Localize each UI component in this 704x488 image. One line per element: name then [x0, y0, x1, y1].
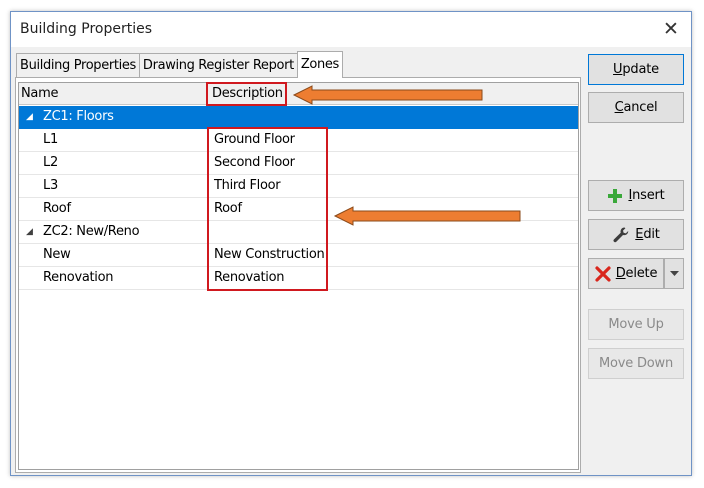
building-properties-dialog: Building Properties ✕ Building Propertie…	[10, 11, 692, 476]
row-description: Second Floor	[214, 155, 295, 170]
zones-tree-grid[interactable]: Name Description ◢ ZC1: Floors L1 Ground…	[18, 82, 579, 470]
tab-drawing-register-report[interactable]: Drawing Register Report	[138, 53, 298, 78]
title-bar: Building Properties ✕	[11, 12, 691, 47]
chevron-down-icon	[669, 266, 679, 281]
table-row-zc2[interactable]: ◢ ZC2: New/Reno	[19, 221, 578, 244]
plus-icon	[607, 188, 623, 204]
close-icon[interactable]: ✕	[657, 16, 685, 42]
row-name: L1	[43, 132, 58, 147]
move-down-button[interactable]: Move Down	[588, 348, 684, 379]
tab-strip: Building Properties Drawing Register Rep…	[16, 51, 343, 78]
row-description: Ground Floor	[214, 132, 295, 147]
update-button[interactable]: Update	[588, 54, 684, 85]
edit-button[interactable]: Edit	[588, 219, 684, 250]
row-name: Renovation	[43, 270, 114, 285]
delete-dropdown-button[interactable]	[664, 258, 684, 289]
collapse-icon[interactable]: ◢	[26, 106, 33, 128]
table-row[interactable]: Renovation Renovation	[19, 267, 578, 290]
row-description: New Construction	[214, 247, 325, 262]
wrench-icon	[612, 226, 630, 244]
tab-zones[interactable]: Zones	[296, 51, 343, 78]
x-icon	[595, 265, 611, 282]
table-row[interactable]: L1 Ground Floor	[19, 129, 578, 152]
row-name: New	[43, 247, 71, 262]
table-row[interactable]: New New Construction	[19, 244, 578, 267]
row-name: L3	[43, 178, 58, 193]
row-name: L2	[43, 155, 58, 170]
row-description: Renovation	[214, 270, 285, 285]
grid-header: Name Description	[19, 83, 578, 105]
delete-button[interactable]: Delete	[588, 258, 664, 289]
move-up-button[interactable]: Move Up	[588, 309, 684, 340]
column-header-name[interactable]: Name	[21, 83, 207, 105]
table-row[interactable]: L3 Third Floor	[19, 175, 578, 198]
table-row[interactable]: L2 Second Floor	[19, 152, 578, 175]
insert-button[interactable]: Insert	[588, 180, 684, 211]
column-header-description[interactable]: Description	[212, 83, 283, 105]
row-name: ZC2: New/Reno	[43, 224, 140, 239]
table-row-zc1[interactable]: ◢ ZC1: Floors	[19, 106, 578, 129]
table-row[interactable]: Roof Roof	[19, 198, 578, 221]
window-title: Building Properties	[20, 21, 152, 37]
collapse-icon[interactable]: ◢	[26, 221, 33, 243]
zones-tab-panel: Name Description ◢ ZC1: Floors L1 Ground…	[15, 77, 581, 473]
row-name: Roof	[43, 201, 71, 216]
cancel-button[interactable]: Cancel	[588, 92, 684, 123]
tab-building-properties[interactable]: Building Properties	[16, 53, 140, 78]
row-description: Roof	[214, 201, 242, 216]
row-description: Third Floor	[214, 178, 281, 193]
row-name: ZC1: Floors	[43, 109, 114, 124]
